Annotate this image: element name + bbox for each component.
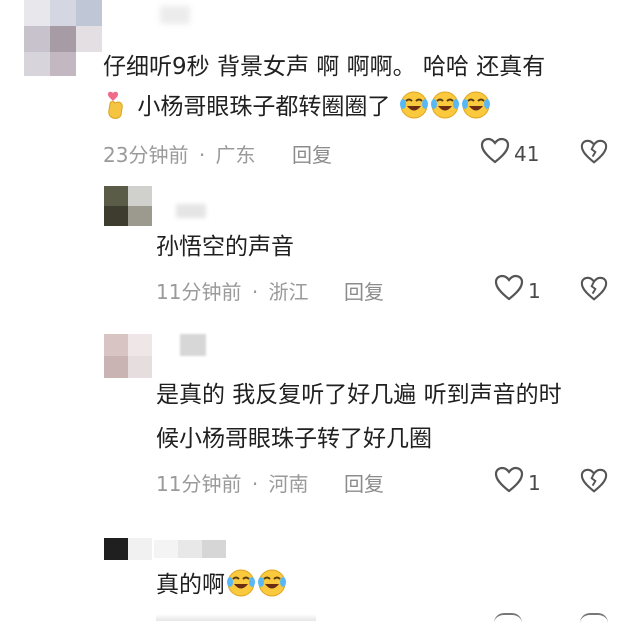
comment-text-line2: 小杨哥眼珠子都转圈圈了 — [103, 90, 491, 124]
like-button[interactable]: 1 — [494, 466, 541, 499]
username-blurred[interactable] — [160, 6, 190, 24]
comment-text: 真的啊 — [156, 568, 287, 602]
comment-text: 仔细听9秒 背景女声 啊 啊啊。 哈哈 还真有 — [103, 54, 546, 80]
broken-heart-icon — [580, 139, 608, 170]
laughing-crying-emoji-icon — [226, 568, 256, 598]
avatar[interactable] — [24, 0, 102, 26]
broken-heart-icon — [580, 276, 608, 307]
comment-text: 孙悟空的声音 — [156, 234, 294, 260]
comment-text-label: 真的啊 — [156, 572, 225, 598]
comment-text-line2: 候小杨哥眼珠子转了好几圈 — [156, 426, 432, 452]
meta-separator: · — [251, 472, 259, 496]
reply-button[interactable]: 回复 — [344, 468, 384, 497]
comment-region: 浙江 — [268, 280, 309, 304]
username-blurred[interactable] — [180, 334, 206, 356]
heart-icon — [494, 274, 524, 307]
broken-heart-icon — [580, 468, 608, 499]
like-button[interactable]: 1 — [494, 274, 541, 307]
comment-meta: 11分钟前 · 河南 — [156, 468, 309, 497]
like-button-cutoff[interactable] — [494, 613, 522, 623]
laughing-crying-emoji-icon — [399, 90, 429, 120]
like-count: 1 — [528, 278, 541, 303]
comment-region: 河南 — [268, 472, 309, 496]
meta-separator: · — [198, 143, 206, 167]
username-blurred[interactable] — [154, 540, 226, 558]
comment-time: 11分钟前 — [156, 280, 242, 304]
laughing-crying-emoji-icon — [461, 90, 491, 120]
like-button[interactable]: 41 — [480, 137, 539, 170]
avatar-mosaic — [24, 52, 76, 76]
avatar[interactable] — [104, 334, 152, 356]
reply-button[interactable]: 回复 — [344, 276, 384, 305]
comment-meta: 11分钟前 · 浙江 — [156, 276, 309, 305]
avatar-mosaic — [104, 356, 152, 378]
dislike-button[interactable] — [580, 467, 608, 499]
dislike-button[interactable] — [580, 138, 608, 170]
like-count: 41 — [514, 141, 540, 166]
avatar-mosaic — [24, 26, 102, 52]
avatar[interactable] — [104, 538, 152, 560]
avatar[interactable] — [104, 186, 152, 206]
finger-heart-icon — [104, 90, 130, 120]
comment-meta: 23分钟前 · 广东 — [103, 139, 256, 168]
username-blurred[interactable] — [176, 204, 206, 218]
heart-icon — [494, 466, 524, 499]
comment-region: 广东 — [215, 143, 256, 167]
comment-text: 是真的 我反复听了好几遍 听到声音的时 — [156, 382, 562, 408]
laughing-crying-emoji-icon — [257, 568, 287, 598]
heart-icon — [480, 137, 510, 170]
laughing-crying-emoji-icon — [430, 90, 460, 120]
meta-separator: · — [251, 280, 259, 304]
dislike-button-cutoff[interactable] — [580, 613, 608, 623]
like-count: 1 — [528, 470, 541, 495]
avatar-mosaic — [104, 206, 152, 226]
comment-meta-cutoff — [156, 614, 316, 621]
reply-button[interactable]: 回复 — [292, 139, 332, 168]
comment-text-line2-label: 小杨哥眼珠子都转圈圈了 — [137, 94, 391, 120]
dislike-button[interactable] — [580, 275, 608, 307]
comment-time: 11分钟前 — [156, 472, 242, 496]
comment-time: 23分钟前 — [103, 143, 189, 167]
